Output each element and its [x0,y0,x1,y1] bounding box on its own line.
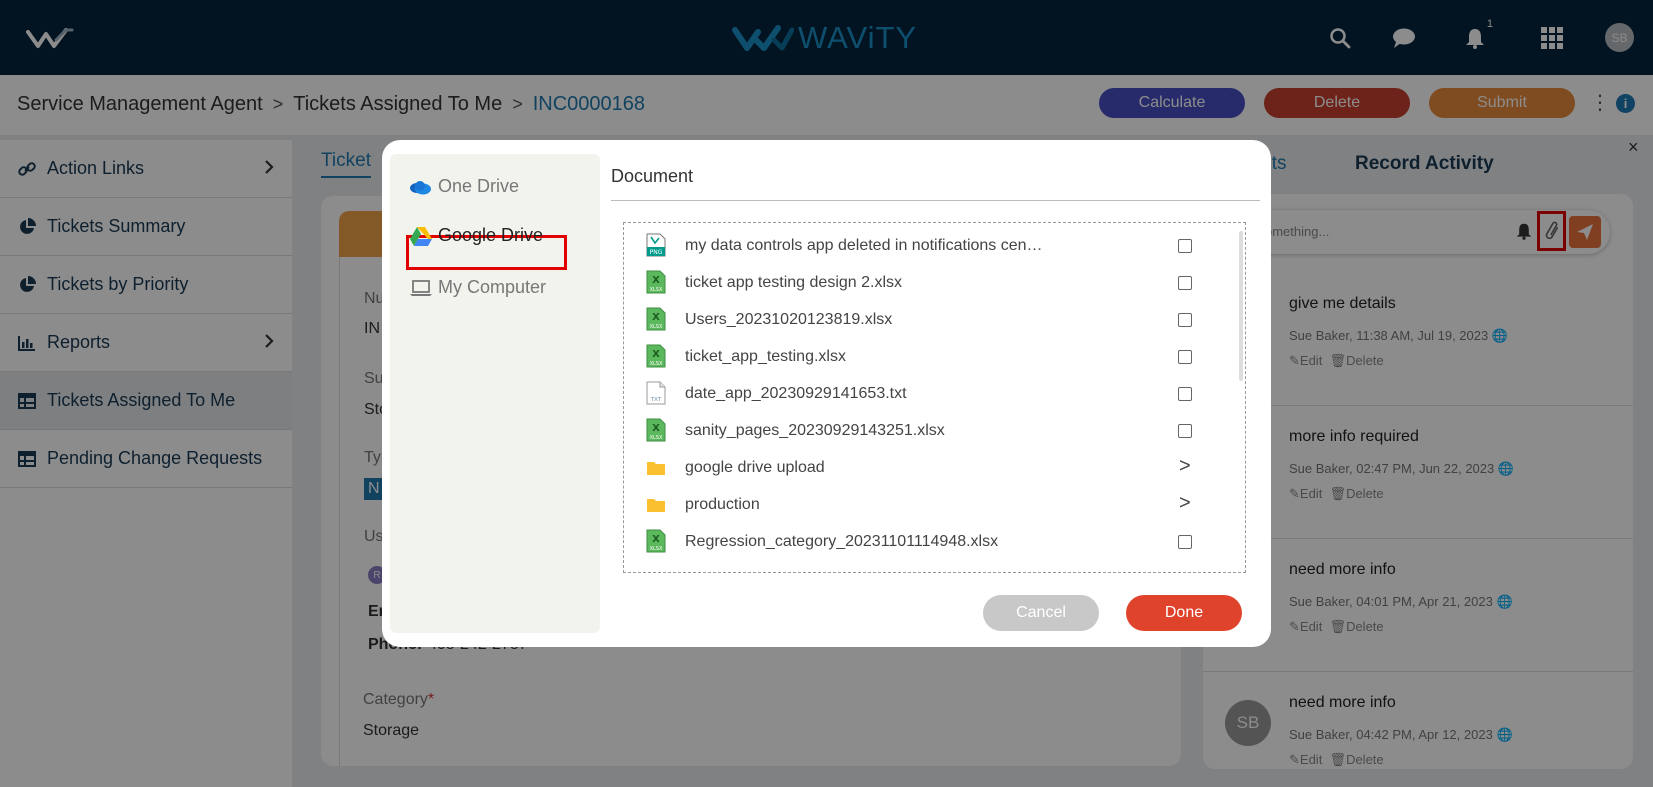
file-name: Regression_category_20231101114948.xlsx [685,533,999,550]
source-one-drive[interactable]: One Drive [408,176,519,197]
file-name: sanity_pages_20230929143251.xlsx [685,422,945,439]
file-row[interactable]: X XLSX Users_20231020123819.xlsx [624,301,1224,338]
file-name: Users_20231020123819.xlsx [685,311,893,328]
file-checkbox[interactable] [1178,313,1192,327]
file-list-scrollbar[interactable] [1239,231,1243,381]
svg-text:XLSX: XLSX [650,435,663,441]
xlsx-file-icon: XXLSX [646,418,666,442]
svg-text:XLSX: XLSX [650,361,663,367]
file-row[interactable]: TXT date_app_20230929141653.txt [624,375,1224,412]
svg-text:XLSX: XLSX [650,546,663,552]
xlsx-file-icon: XXLSX [646,344,666,368]
onedrive-icon [410,180,431,194]
png-file-icon: PNG [646,233,666,257]
google-drive-icon [410,226,432,246]
source-list: One Drive Google Drive My Computer [390,154,600,633]
source-label: My Computer [438,277,547,297]
file-name: date_app_20230929141653.txt [685,385,907,402]
file-checkbox[interactable] [1178,424,1192,438]
svg-text:X: X [652,349,660,360]
file-checkbox[interactable] [1178,239,1192,253]
done-button[interactable]: Done [1126,595,1242,631]
folder-row[interactable]: production > [624,486,1224,523]
folder-icon [647,499,665,512]
file-row[interactable]: X XLSX ticket app testing design 2.xlsx [624,264,1224,301]
title-divider [611,200,1260,201]
source-my-computer[interactable]: My Computer [410,277,546,298]
folder-row[interactable]: google drive upload > [624,449,1224,486]
svg-text:XLSX: XLSX [650,324,663,330]
file-row[interactable]: X XLSX sanity_pages_20230929143251.xlsx [624,412,1224,449]
txt-file-icon: TXT [646,381,666,405]
file-checkbox[interactable] [1178,535,1192,549]
laptop-icon [410,279,432,296]
xlsx-file-icon: XXLSX [646,270,666,294]
file-checkbox[interactable] [1178,387,1192,401]
file-name: my data controls app deleted in notifica… [685,237,1043,254]
svg-text:XLSX: XLSX [650,287,663,293]
file-row[interactable]: PNG my data controls app deleted in noti… [624,227,1224,264]
svg-text:X: X [652,312,660,323]
file-name: ticket_app_testing.xlsx [685,348,846,365]
file-row[interactable]: X XLSX ticket_app_testing.xlsx [624,338,1224,375]
xlsx-file-icon: XXLSX [646,307,666,331]
svg-text:X: X [652,534,660,545]
svg-text:X: X [652,275,660,286]
file-picker-dialog: One Drive Google Drive My Computer Docum… [382,140,1271,647]
xlsx-file-icon: XXLSX [646,529,666,553]
folder-name: google drive upload [685,459,825,476]
dialog-title: Document [611,166,694,186]
svg-text:X: X [652,423,660,434]
file-checkbox[interactable] [1178,276,1192,290]
file-list[interactable]: PNG my data controls app deleted in noti… [623,222,1246,573]
svg-text:PNG: PNG [650,249,663,256]
folder-open-chevron-icon[interactable]: > [1179,492,1191,515]
cancel-button[interactable]: Cancel [983,595,1099,631]
folder-name: production [685,496,760,513]
file-name: ticket app testing design 2.xlsx [685,274,903,291]
folder-icon [647,462,665,475]
svg-text:TXT: TXT [650,397,662,403]
source-label: Google Drive [438,225,544,245]
folder-open-chevron-icon[interactable]: > [1179,455,1191,478]
source-google-drive[interactable]: Google Drive [410,225,543,246]
file-checkbox[interactable] [1178,350,1192,364]
source-label: One Drive [438,176,520,196]
file-row[interactable]: X XLSX Regression_category_20231101114948… [624,523,1224,560]
